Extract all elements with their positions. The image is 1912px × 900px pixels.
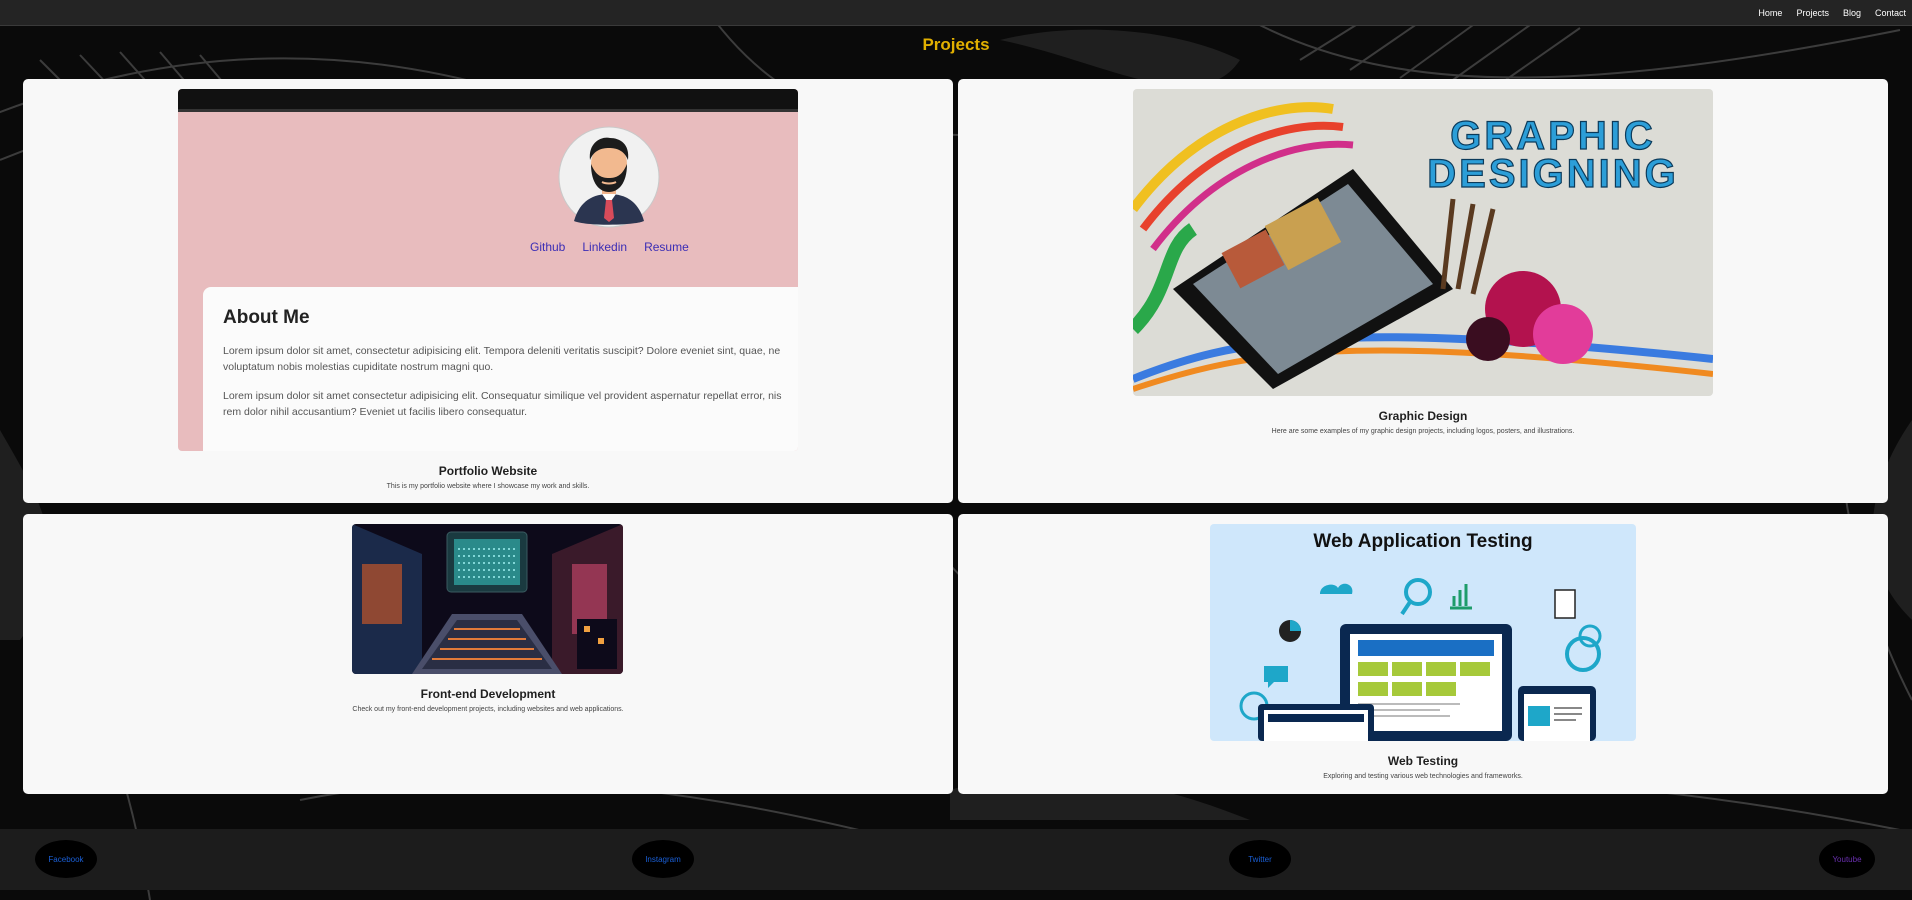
nav-home[interactable]: Home [1758,8,1782,18]
preview-about-para2-line2: rem dolor nihil accusantium? Eveniet ut … [223,406,528,418]
project-title: Web Testing [1387,754,1459,768]
web-testing-illustration [1239,578,1602,741]
preview-links: Github Linkedin Resume [530,240,689,254]
project-description: Here are some examples of my graphic des… [1271,428,1575,435]
portfolio-preview-image: Github Linkedin Resume About Me Lorem ip… [178,89,798,451]
project-description: Exploring and testing various web techno… [1323,773,1523,780]
footer: Facebook Instagram Twitter Youtube [0,829,1912,890]
facebook-link[interactable]: Facebook [35,840,97,878]
project-description: Check out my front-end development proje… [352,706,624,713]
preview-github-link[interactable]: Github [530,240,565,254]
youtube-link[interactable]: Youtube [1819,840,1875,878]
preview-about-para2-line1: Lorem ipsum dolor sit amet consectetur a… [223,390,782,402]
nav-blog[interactable]: Blog [1843,8,1861,18]
project-card-portfolio[interactable]: Github Linkedin Resume About Me Lorem ip… [23,79,953,503]
web-testing-image: Web Application Testing [1210,524,1636,741]
graphic-banner-line2: DESIGNING [1427,152,1678,196]
project-card-web-testing[interactable]: Web Application Testing Web Testing Expl… [958,514,1888,794]
project-title: Graphic Design [1378,409,1468,423]
preview-about-para1-line1: Lorem ipsum dolor sit amet, consectetur … [223,345,781,357]
preview-about-heading: About Me [223,307,310,328]
preview-linkedin-link[interactable]: Linkedin [582,240,627,254]
nav-contact[interactable]: Contact [1875,8,1906,18]
instagram-link[interactable]: Instagram [632,840,694,878]
page-title: Projects [922,35,990,54]
nav-links: Home Projects Blog Contact [1744,0,1906,26]
preview-about-para1-line2: voluptatum nobis molestias cupiditate no… [223,361,494,373]
avatar [558,126,660,228]
nav-projects[interactable]: Projects [1796,8,1829,18]
project-card-graphic-design[interactable]: GRAPHIC DESIGNING Graphic Design Here ar… [958,79,1888,503]
preview-top-bar [178,89,798,112]
twitter-link[interactable]: Twitter [1229,840,1291,878]
project-card-frontend[interactable]: Front-end Development Check out my front… [23,514,953,794]
frontend-image [352,524,623,674]
top-nav: Home Projects Blog Contact [0,0,1912,26]
project-title: Portfolio Website [438,464,538,478]
preview-resume-link[interactable]: Resume [644,240,689,254]
project-title: Front-end Development [420,687,556,701]
graphic-design-image: GRAPHIC DESIGNING [1133,89,1713,396]
project-description: This is my portfolio website where I sho… [386,483,590,490]
preview-about-card: About Me Lorem ipsum dolor sit amet, con… [203,287,798,451]
